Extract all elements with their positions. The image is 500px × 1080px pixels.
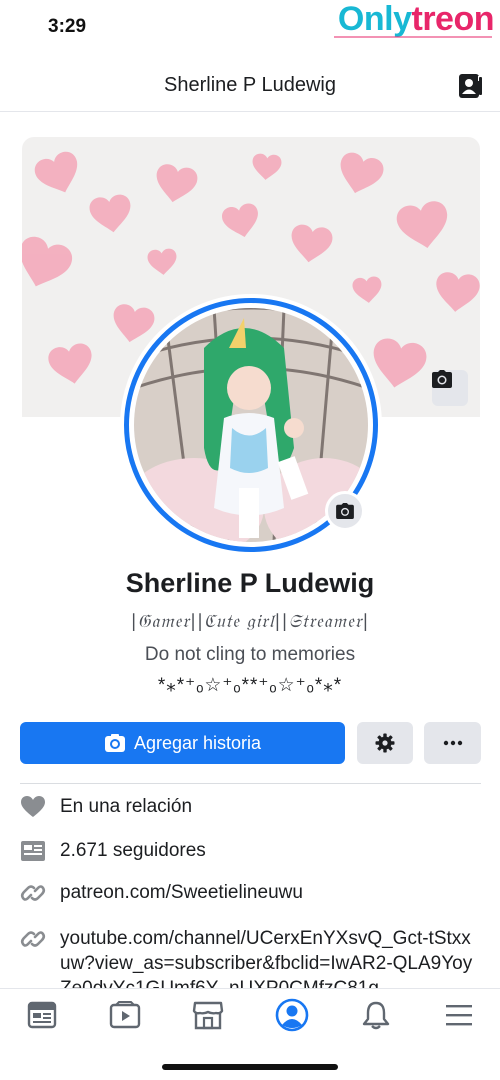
bell-icon bbox=[362, 1001, 390, 1030]
hamburger-menu-icon bbox=[446, 1005, 472, 1026]
add-story-label: Agregar historia bbox=[133, 732, 262, 753]
watermark-part-b: treon bbox=[411, 0, 495, 38]
profile-avatar[interactable] bbox=[120, 294, 382, 556]
status-time: 3:29 bbox=[48, 16, 87, 37]
more-dots-icon bbox=[443, 740, 462, 746]
link-icon bbox=[20, 931, 46, 947]
gear-icon bbox=[375, 733, 395, 753]
youtube-link[interactable]: youtube.com/channel/UCerxEnYXsvQ_Gct-tSt… bbox=[60, 926, 480, 990]
watermark-logo: Onlytreon bbox=[337, 0, 495, 39]
camera-icon bbox=[104, 734, 125, 752]
camera-icon bbox=[432, 370, 452, 388]
status-bar: 3:29 Onlytreon bbox=[0, 0, 500, 52]
watch-video-icon bbox=[109, 1001, 141, 1029]
marketplace-store-icon bbox=[192, 1001, 224, 1030]
patreon-link[interactable]: patreon.com/Sweetielineuwu bbox=[60, 880, 303, 905]
relationship-row: En una relación bbox=[20, 794, 480, 820]
section-divider bbox=[20, 783, 481, 784]
settings-button[interactable] bbox=[357, 722, 413, 764]
top-nav: Sherline P Ludewig bbox=[0, 60, 500, 112]
profile-name: Sherline P Ludewig bbox=[125, 568, 375, 598]
relationship-text: En una relación bbox=[60, 796, 193, 817]
bio-line-2: Do not cling to memories bbox=[144, 644, 356, 665]
tab-notifications[interactable] bbox=[358, 997, 394, 1033]
profile-icon bbox=[275, 998, 309, 1032]
followers-icon bbox=[21, 841, 45, 861]
bio-line-3: *⁎*⁺ₒ☆⁺ₒ**⁺ₒ☆⁺ₒ*⁎* bbox=[157, 675, 343, 696]
heart-icon bbox=[21, 796, 45, 817]
add-story-button[interactable]: Agregar historia bbox=[20, 722, 345, 764]
followers-count: 2.671 seguidores bbox=[60, 840, 206, 861]
patreon-link-row[interactable]: patreon.com/Sweetielineuwu bbox=[20, 880, 480, 906]
avatar-camera-button[interactable] bbox=[325, 491, 365, 531]
watermark-part-a: Only bbox=[337, 0, 412, 38]
tab-marketplace[interactable] bbox=[190, 997, 226, 1033]
camera-icon bbox=[336, 503, 354, 519]
tab-profile[interactable] bbox=[274, 997, 310, 1033]
tab-news-feed[interactable] bbox=[24, 997, 60, 1033]
tab-menu[interactable] bbox=[441, 997, 477, 1033]
tab-watch[interactable] bbox=[107, 997, 143, 1033]
followers-row[interactable]: 2.671 seguidores bbox=[20, 838, 480, 864]
home-indicator[interactable] bbox=[162, 1064, 338, 1070]
cover-camera-button[interactable] bbox=[432, 370, 468, 406]
watermark-underline bbox=[334, 36, 492, 38]
news-feed-icon bbox=[27, 1001, 57, 1029]
bio-line-1: |𝔊𝔞𝔪𝔢𝔯||ℭ𝔲𝔱𝔢 𝔤𝔦𝔯𝔩||𝔖𝔱𝔯𝔢𝔞𝔪𝔢𝔯| bbox=[130, 611, 370, 632]
profile-view-icon[interactable] bbox=[454, 70, 486, 102]
youtube-link-row[interactable]: youtube.com/channel/UCerxEnYXsvQ_Gct-tSt… bbox=[20, 926, 480, 990]
link-icon bbox=[20, 885, 46, 901]
more-options-button[interactable] bbox=[424, 722, 481, 764]
page-title: Sherline P Ludewig bbox=[164, 74, 336, 96]
